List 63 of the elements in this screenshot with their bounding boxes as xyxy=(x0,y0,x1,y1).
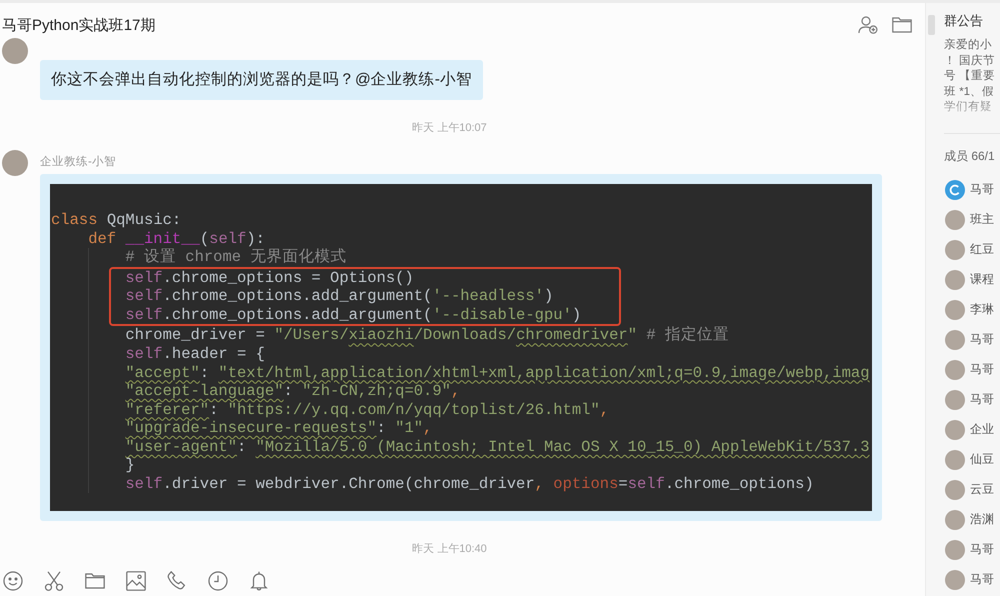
member-name[interactable]: 马哥 xyxy=(970,541,994,558)
smiley-icon[interactable] xyxy=(3,571,23,591)
chat-title: 马哥Python实战班17期 xyxy=(2,16,156,34)
code-line: self.chrome_options.add_argument('--disable-gpu') xyxy=(125,306,582,324)
clock-icon[interactable] xyxy=(208,571,228,591)
code-line: self.chrome_options = Options() xyxy=(125,268,414,288)
members-count: 成员 66/1 xyxy=(944,148,995,164)
member-name[interactable]: 班主 xyxy=(970,211,994,228)
code-line: } xyxy=(125,456,135,475)
image-icon[interactable] xyxy=(126,571,146,591)
message-bubble: 你这不会弹出自动化控制的浏览器的是吗？@企业教练-小智 xyxy=(40,60,483,100)
person-add-icon[interactable] xyxy=(858,16,878,34)
avatar-icon[interactable] xyxy=(2,150,28,176)
folder-icon[interactable] xyxy=(892,17,912,33)
code-line: self.chrome_options.add_argument('--headless') xyxy=(125,287,554,306)
member-name[interactable]: 马哥 xyxy=(970,361,994,378)
phone-icon[interactable] xyxy=(167,571,187,591)
member-name[interactable]: 马哥 xyxy=(970,571,994,588)
avatar-icon xyxy=(945,330,965,350)
avatar-icon xyxy=(945,420,965,440)
code-line: self.driver = webdriver.Chrome(chrome_driver, options=self.chrome_options) xyxy=(125,474,814,494)
announcement-title: 群公告 xyxy=(944,12,983,30)
avatar-icon xyxy=(945,240,965,260)
code-line: "accept": "text/html,application/xhtml+xml,application/xml;q=0.9,image/webp,imag xyxy=(125,364,870,382)
member-name[interactable]: 红豆 xyxy=(970,241,994,258)
timestamp: 昨天 上午10:07 xyxy=(412,122,487,134)
member-name[interactable]: 企业 xyxy=(970,421,994,438)
member-name[interactable]: 马哥 xyxy=(970,391,994,408)
code-line: class QqMusic: xyxy=(51,211,182,230)
code-line: # 设置 chrome 无界面化模式 xyxy=(125,248,346,267)
folder-icon[interactable] xyxy=(85,571,105,591)
sender-name: 企业教练-小智 xyxy=(40,154,116,170)
avatar-icon xyxy=(945,210,965,230)
member-name[interactable]: 马哥 xyxy=(970,181,994,198)
scissors-icon[interactable] xyxy=(44,571,64,591)
logo-icon xyxy=(945,180,965,200)
member-name[interactable]: 仙豆 xyxy=(970,451,994,468)
code-line: "user-agent": "Mozilla/5.0 (Macintosh; Intel Mac OS X 10_15_0) AppleWebKit/537.3 xyxy=(125,438,870,456)
code-line: def __init__(self): xyxy=(88,230,265,248)
avatar-icon xyxy=(945,270,965,290)
member-name[interactable]: 马哥 xyxy=(970,331,994,348)
code-line: "accept-language": "zh-CN,zh;q=0.9", xyxy=(125,382,460,401)
code-line: "upgrade-insecure-requests": "1", xyxy=(125,419,432,438)
avatar-icon xyxy=(945,360,965,380)
avatar-icon xyxy=(945,450,965,470)
timestamp: 昨天 上午10:40 xyxy=(412,543,487,556)
avatar-icon xyxy=(945,390,965,410)
member-name[interactable]: 浩渊 xyxy=(970,511,994,528)
code-line: "referer": "https://y.qq.com/n/yqq/toplist/26.html", xyxy=(125,400,610,420)
avatar-icon xyxy=(945,570,965,590)
avatar-icon xyxy=(945,480,965,500)
member-name[interactable]: 云豆 xyxy=(970,481,994,498)
bell-icon[interactable] xyxy=(249,571,269,591)
avatar-icon xyxy=(945,510,965,530)
announcement-text: 亲爱的小 ！ 国庆节 号 【重要 班 *1、假 学们有疑 xyxy=(944,38,996,115)
code-line: chrome_driver = "/Users/xiaozhi/Downloads/chromedriver" # 指定位置 xyxy=(125,326,729,345)
code-line: self.header = { xyxy=(125,344,265,364)
avatar-icon xyxy=(945,540,965,560)
avatar-icon xyxy=(945,300,965,320)
avatar-icon[interactable] xyxy=(2,38,28,64)
member-name[interactable]: 李琳 xyxy=(970,301,994,318)
member-name[interactable]: 课程 xyxy=(970,271,994,288)
handle-icon[interactable] xyxy=(928,15,935,35)
